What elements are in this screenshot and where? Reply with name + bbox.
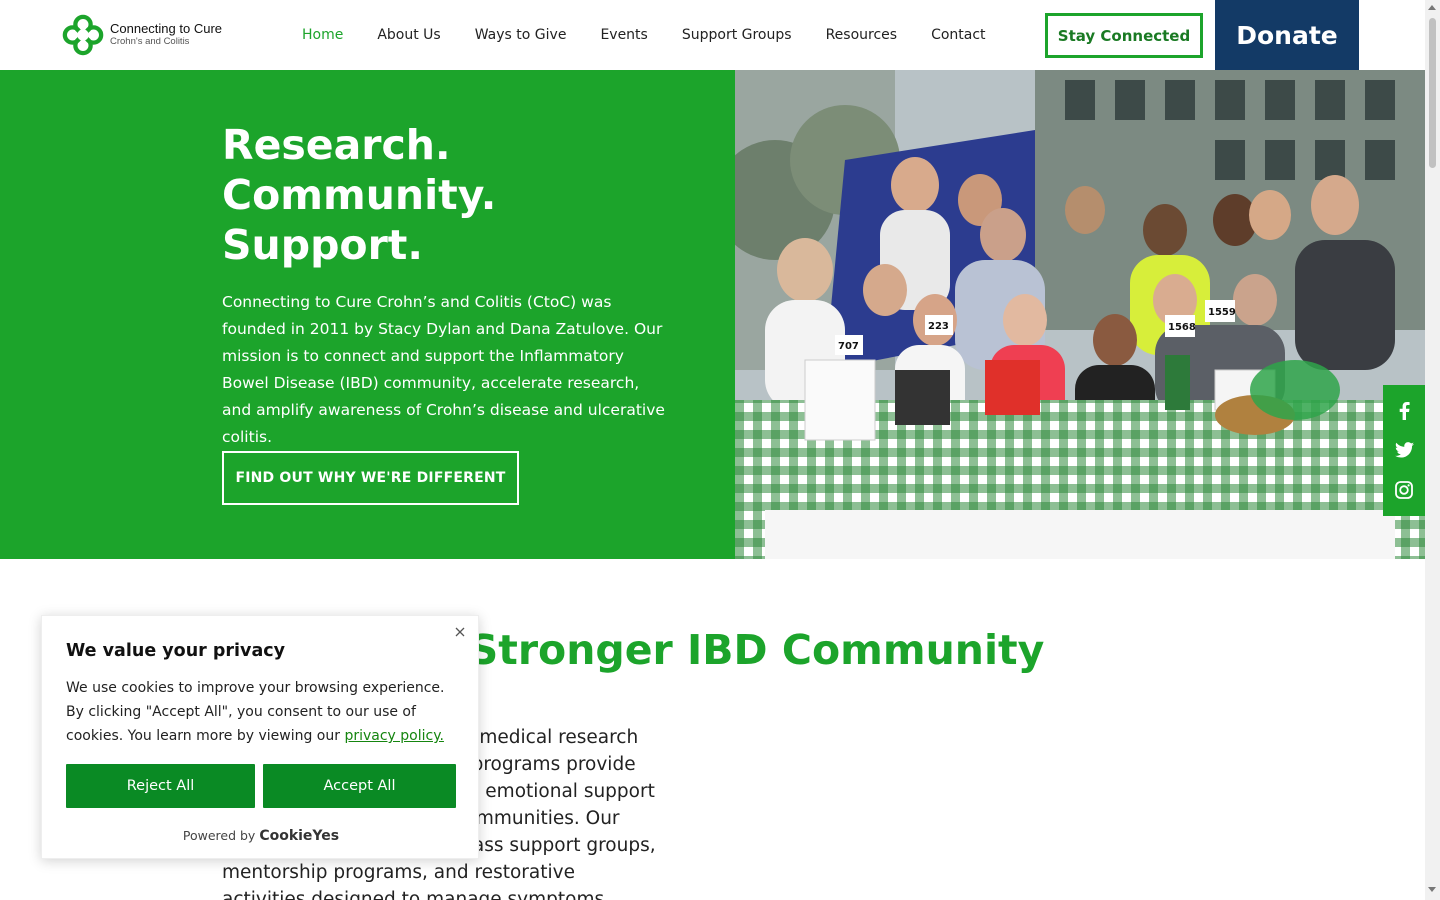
- nav-item-about-us[interactable]: About Us: [360, 27, 457, 43]
- logo-text: Connecting to Cure Crohn's and Colitis: [110, 21, 223, 48]
- nav-item-resources[interactable]: Resources: [809, 27, 915, 43]
- hero-photo: 1568 1559 707 223: [735, 70, 1425, 559]
- hero-title-line: Support.: [222, 221, 423, 269]
- logo-subtitle: Crohn's and Colitis: [110, 36, 190, 47]
- nav-item-contact[interactable]: Contact: [914, 27, 1002, 43]
- cookieyes-logo[interactable]: CookieYes: [259, 828, 339, 844]
- hero-title-line: Research.: [222, 121, 451, 169]
- hero-title: Research. Community. Support.: [222, 120, 496, 270]
- clover-logo-icon: [62, 14, 104, 56]
- group-photo-illustration: 1568 1559 707 223: [735, 70, 1425, 559]
- scroll-thumb[interactable]: [1429, 18, 1436, 168]
- powered-by: Powered by CookieYes: [42, 828, 480, 844]
- bib-number: 707: [838, 341, 859, 352]
- accept-all-button[interactable]: Accept All: [263, 764, 456, 808]
- nav-item-support-groups[interactable]: Support Groups: [665, 27, 809, 43]
- cookie-consent-banner: We value your privacy We use cookies to …: [41, 615, 479, 859]
- logo-title: Connecting to Cure: [110, 21, 223, 37]
- stay-connected-button[interactable]: Stay Connected: [1045, 13, 1203, 58]
- site-logo[interactable]: Connecting to Cure Crohn's and Colitis: [62, 13, 222, 57]
- instagram-icon[interactable]: [1394, 480, 1414, 500]
- page-scrollbar[interactable]: [1425, 0, 1440, 900]
- close-icon[interactable]: [453, 625, 467, 639]
- find-out-button[interactable]: FIND OUT WHY WE'RE DIFFERENT: [222, 451, 519, 505]
- social-bar: [1383, 385, 1425, 516]
- donate-button[interactable]: Donate: [1215, 0, 1359, 70]
- scroll-up-arrow-icon[interactable]: [1428, 5, 1436, 10]
- bib-number: 223: [928, 321, 949, 332]
- cookie-text: We use cookies to improve your browsing …: [66, 676, 458, 748]
- bib-number: 1568: [1168, 322, 1196, 333]
- hero-title-line: Community.: [222, 171, 497, 219]
- hero-description: Connecting to Cure Crohn’s and Colitis (…: [222, 293, 665, 446]
- site-header: Connecting to Cure Crohn's and Colitis H…: [0, 0, 1425, 70]
- powered-by-label: Powered by: [182, 828, 256, 843]
- reject-all-button[interactable]: Reject All: [66, 764, 255, 808]
- nav-item-home[interactable]: Home: [285, 27, 360, 43]
- privacy-policy-link[interactable]: privacy policy.: [344, 728, 444, 744]
- nav-item-events[interactable]: Events: [583, 27, 664, 43]
- scroll-down-arrow-icon[interactable]: [1428, 887, 1436, 892]
- nav-item-ways-to-give[interactable]: Ways to Give: [458, 27, 584, 43]
- cookie-title: We value your privacy: [66, 641, 286, 661]
- twitter-icon[interactable]: [1394, 440, 1414, 460]
- facebook-icon[interactable]: [1394, 401, 1414, 421]
- main-nav: Home About Us Ways to Give Events Suppor…: [285, 0, 1003, 70]
- bib-number: 1559: [1208, 307, 1236, 318]
